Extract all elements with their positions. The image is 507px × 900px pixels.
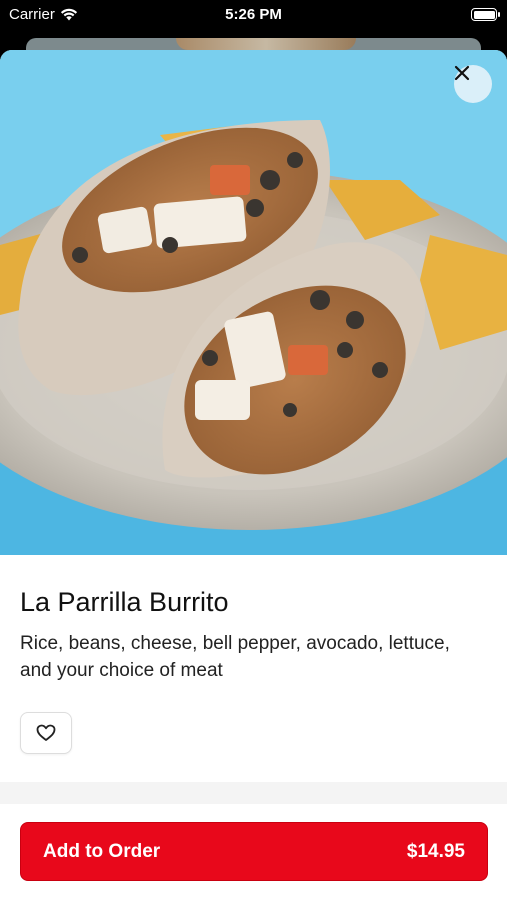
item-title: La Parrilla Burrito [20, 587, 229, 617]
section-divider [0, 782, 507, 804]
close-button[interactable] [454, 65, 492, 103]
close-icon [454, 65, 470, 81]
battery-icon [471, 8, 500, 21]
status-bar: Carrier 5:26 PM [0, 0, 507, 30]
item-detail-sheet: La Parrilla Burrito Rice, beans, cheese,… [0, 50, 507, 900]
add-to-order-button[interactable]: Add to Order $14.95 [20, 822, 488, 881]
add-to-order-label: Add to Order [43, 840, 161, 862]
favorite-button[interactable] [20, 712, 72, 754]
status-time: 5:26 PM [225, 6, 282, 23]
heart-icon [36, 724, 56, 741]
price-label: $14.95 [406, 840, 465, 862]
burrito-photo [0, 50, 507, 555]
item-description: Rice, beans, cheese, bell pepper, avocad… [20, 633, 450, 681]
